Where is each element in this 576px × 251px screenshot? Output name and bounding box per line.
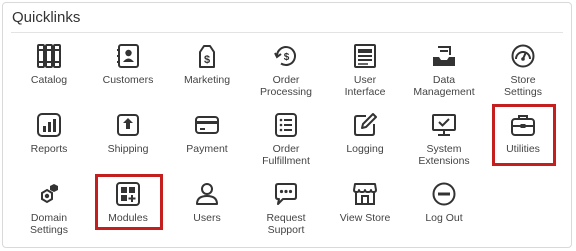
quicklink-data-management[interactable]: Data Management	[404, 43, 484, 98]
tile-label: Payment	[186, 143, 228, 155]
panel-title: Quicklinks	[12, 9, 81, 26]
quicklink-customers[interactable]: Customers	[88, 43, 168, 87]
user-interface-icon	[354, 44, 376, 68]
data-management-icon	[433, 46, 455, 66]
system-extensions-icon	[432, 114, 456, 136]
log-out-icon	[432, 182, 456, 206]
quicklink-store-settings[interactable]: Store Settings	[483, 43, 563, 98]
tile-label: Logging	[346, 143, 384, 155]
quicklink-shipping[interactable]: Shipping	[88, 112, 168, 156]
tile-label: View Store	[339, 212, 391, 224]
payment-icon	[195, 116, 219, 134]
tile-label: Marketing	[183, 74, 231, 86]
quicklink-logging[interactable]: Logging	[325, 112, 405, 156]
tile-label: Request Support	[266, 212, 306, 236]
tile-label: Order Processing	[260, 74, 312, 98]
modules-highlight	[95, 174, 163, 230]
quicklink-view-store[interactable]: View Store	[325, 181, 405, 225]
quicklink-log-out[interactable]: Log Out	[404, 181, 484, 225]
tile-label: Reports	[30, 143, 68, 155]
quicklink-system-extensions[interactable]: System Extensions	[404, 112, 484, 167]
catalog-icon	[37, 44, 61, 68]
tile-label: Catalog	[30, 74, 68, 86]
quicklink-catalog[interactable]: Catalog	[9, 43, 89, 87]
store-settings-icon	[511, 44, 535, 68]
quicklink-order-processing[interactable]: $ Order Processing	[246, 43, 326, 98]
utilities-highlight	[492, 104, 556, 166]
quicklink-reports[interactable]: Reports	[9, 112, 89, 156]
quicklink-domain-settings[interactable]: Domain Settings	[9, 181, 89, 236]
order-fulfillment-icon	[275, 113, 297, 137]
svg-text:$: $	[204, 54, 210, 66]
tile-label: Store Settings	[504, 74, 542, 98]
quicklink-marketing[interactable]: $ Marketing	[167, 43, 247, 87]
quicklink-users[interactable]: Users	[167, 181, 247, 225]
tile-label: System Extensions	[418, 143, 470, 167]
tile-label: Data Management	[413, 74, 475, 98]
tile-label: Log Out	[425, 212, 463, 224]
view-store-icon	[353, 183, 377, 205]
reports-icon	[37, 113, 61, 137]
customers-icon	[117, 44, 139, 68]
quicklink-payment[interactable]: Payment	[167, 112, 247, 156]
tile-label: Shipping	[107, 143, 149, 155]
order-processing-icon: $	[274, 46, 296, 66]
divider	[11, 32, 563, 33]
domain-settings-icon	[41, 184, 58, 204]
tile-label: User Interface	[344, 74, 386, 98]
tile-label: Users	[193, 212, 221, 224]
users-icon	[196, 183, 218, 205]
shipping-icon	[117, 114, 139, 136]
tile-label: Customers	[102, 74, 154, 86]
quicklink-order-fulfillment[interactable]: Order Fulfillment	[246, 112, 326, 167]
request-support-icon	[275, 183, 297, 205]
svg-text:$: $	[284, 52, 290, 63]
quicklink-user-interface[interactable]: User Interface	[325, 43, 405, 98]
tile-label: Domain Settings	[30, 212, 68, 236]
tile-label: Order Fulfillment	[262, 143, 310, 167]
quicklink-request-support[interactable]: Request Support	[246, 181, 326, 236]
marketing-icon: $	[199, 45, 215, 68]
logging-icon	[354, 113, 377, 136]
